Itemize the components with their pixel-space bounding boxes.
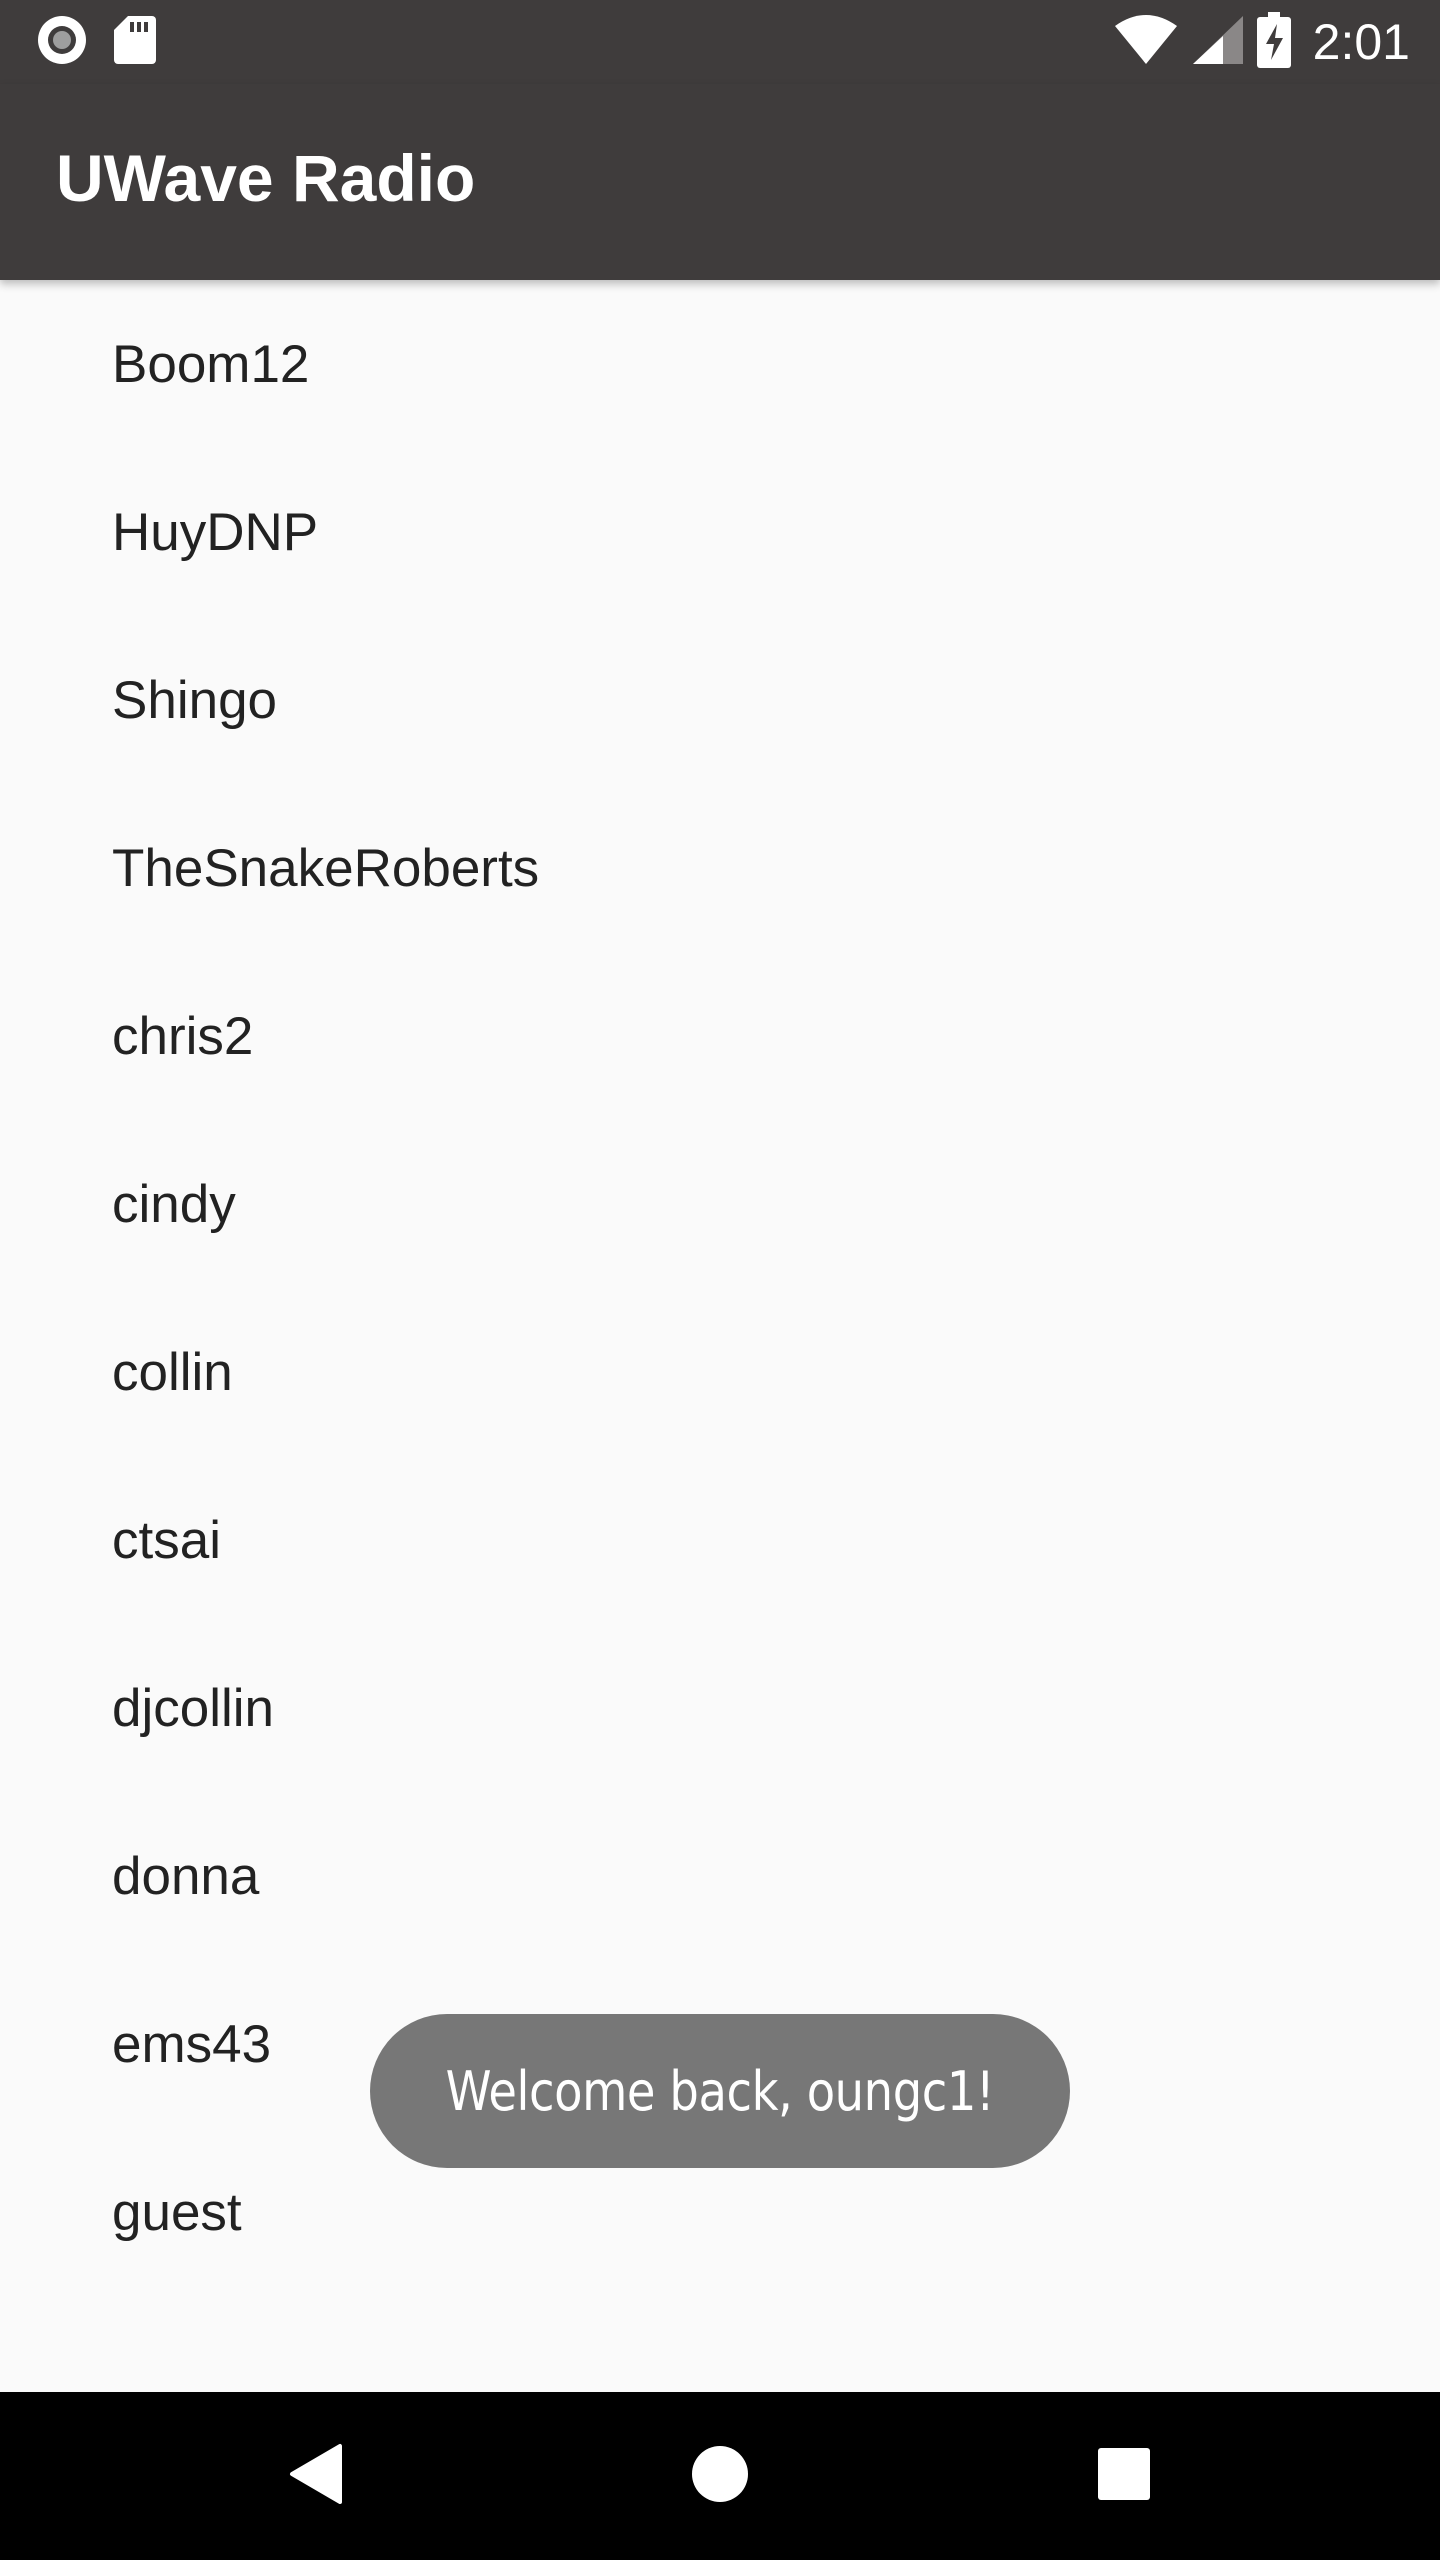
list-item-label: Shingo xyxy=(112,670,278,730)
list-item-label: ctsai xyxy=(112,1510,221,1570)
list-item-label: Boom12 xyxy=(112,334,310,394)
list-item[interactable]: djcollin xyxy=(0,1624,1440,1792)
toast-message: Welcome back, oungc1! xyxy=(445,2059,995,2123)
list-item[interactable]: chris2 xyxy=(0,952,1440,1120)
recents-icon xyxy=(1097,2447,1151,2506)
list-item[interactable]: Boom12 xyxy=(0,280,1440,448)
home-button[interactable] xyxy=(620,2392,820,2560)
list-item-label: ems43 xyxy=(112,2014,272,2074)
record-icon xyxy=(36,14,88,71)
app-title: UWave Radio xyxy=(56,141,476,215)
battery-charging-icon xyxy=(1256,11,1291,73)
recents-button[interactable] xyxy=(1024,2392,1224,2560)
list-item[interactable]: cindy xyxy=(0,1120,1440,1288)
list-item[interactable]: donna xyxy=(0,1792,1440,1960)
screen: 2:01 UWave Radio Boom12 HuyDNP Shingo Th… xyxy=(0,0,1440,2560)
list-item[interactable]: ctsai xyxy=(0,1456,1440,1624)
list-item-label: djcollin xyxy=(112,1678,275,1738)
wifi-icon xyxy=(1114,14,1177,71)
back-icon xyxy=(288,2443,344,2510)
list-item[interactable]: Shingo xyxy=(0,616,1440,784)
list-item-label: guest xyxy=(112,2182,242,2242)
cell-signal-icon xyxy=(1191,14,1243,71)
nav-bar xyxy=(0,2392,1440,2560)
list-item-label: chris2 xyxy=(112,1006,254,1066)
list-item-label: TheSnakeRoberts xyxy=(112,838,540,898)
sd-card-icon xyxy=(114,14,156,71)
list-item[interactable]: TheSnakeRoberts xyxy=(0,784,1440,952)
home-icon xyxy=(691,2445,749,2508)
toast: Welcome back, oungc1! xyxy=(370,2014,1070,2168)
list-item-label: cindy xyxy=(112,1174,236,1234)
list-item-label: HuyDNP xyxy=(112,502,319,562)
list-item-label: donna xyxy=(112,1846,260,1906)
status-time: 2:01 xyxy=(1312,14,1410,70)
status-bar: 2:01 xyxy=(0,0,1440,84)
app-bar: UWave Radio xyxy=(0,84,1440,280)
back-button[interactable] xyxy=(216,2392,416,2560)
list-item[interactable]: HuyDNP xyxy=(0,448,1440,616)
list-item-label: collin xyxy=(112,1342,233,1402)
list-item[interactable]: collin xyxy=(0,1288,1440,1456)
